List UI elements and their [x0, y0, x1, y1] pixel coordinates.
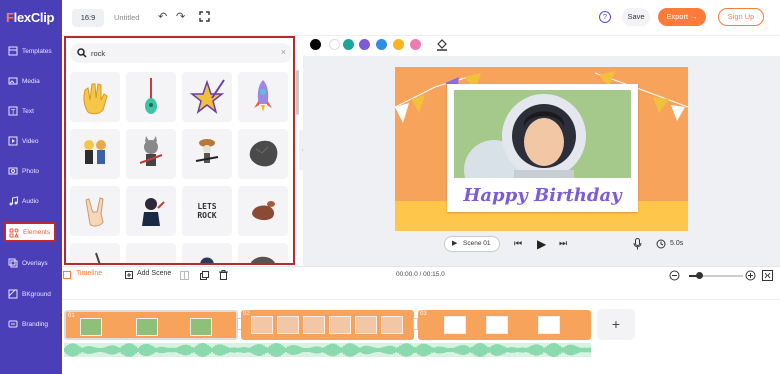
aspect-ratio-button[interactable]: 16:9	[72, 9, 104, 27]
scene-selector[interactable]: ▶ Scene 01	[444, 236, 500, 252]
timeline-zoom	[669, 270, 759, 282]
sidebar-item-templates[interactable]: Templates	[0, 36, 62, 66]
audio-track[interactable]	[64, 343, 591, 357]
clip-thumbnail	[303, 316, 325, 334]
trash-icon[interactable]	[219, 270, 228, 280]
color-swatch-purple[interactable]	[359, 39, 370, 50]
clip-thumbnail	[251, 316, 273, 334]
playhead[interactable]	[60, 284, 62, 374]
save-button[interactable]: Save	[622, 8, 650, 26]
waveform-path	[64, 343, 591, 357]
add-scene-plus-button[interactable]: +	[597, 309, 635, 340]
video-icon	[8, 136, 18, 146]
skip-back-icon[interactable]: ⏮	[514, 238, 522, 249]
add-scene-icon	[125, 271, 133, 279]
sidebar-item-text[interactable]: T Text	[0, 96, 62, 126]
color-toolbar	[303, 36, 780, 56]
astronaut-kid-image	[454, 90, 631, 178]
music-note-icon	[9, 196, 18, 206]
fullscreen-icon[interactable]	[199, 11, 210, 22]
player-controls: ▶ Scene 01 ⏮ ▶ ⏭ 5.0s	[430, 234, 684, 254]
sidebar-item-media[interactable]: Media	[0, 66, 62, 96]
audio-waveform	[64, 343, 591, 357]
scene-clip-02[interactable]: 02	[241, 310, 414, 340]
elements-panel-highlight	[64, 36, 295, 265]
zoom-slider-handle[interactable]	[696, 272, 704, 279]
play-small-icon: ▶	[452, 240, 458, 247]
add-scene-button[interactable]: Add Scene	[137, 270, 171, 277]
help-icon[interactable]: ?	[599, 11, 611, 23]
text-icon: T	[8, 106, 18, 116]
zoom-out-icon[interactable]	[669, 270, 680, 281]
svg-text:T: T	[11, 109, 16, 116]
clip-thumbnail	[538, 316, 560, 334]
sidebar-item-bkground[interactable]: BKground	[0, 279, 62, 309]
panel-scrollbar[interactable]	[296, 70, 299, 115]
sidebar-item-audio[interactable]: Audio	[0, 186, 62, 216]
photo-frame: Happy Birthday	[447, 84, 638, 212]
sign-up-button[interactable]: Sign Up	[718, 8, 764, 26]
clip-thumbnail	[277, 316, 299, 334]
clip-thumbnail	[329, 316, 351, 334]
microphone-icon[interactable]	[633, 238, 642, 250]
astronaut-photo	[454, 90, 631, 178]
branding-icon	[8, 320, 18, 328]
scene-clip-03[interactable]: 03	[418, 310, 591, 340]
photo-icon	[8, 167, 18, 175]
templates-icon	[8, 46, 18, 56]
color-swatch-blue[interactable]	[376, 39, 387, 50]
video-preview[interactable]: Happy Birthday	[395, 67, 688, 231]
clock-icon	[656, 239, 666, 249]
export-button[interactable]: Export →	[658, 8, 706, 26]
sidebar-item-elements[interactable]: Elements	[4, 222, 56, 242]
sidebar-item-photo[interactable]: Photo	[0, 156, 62, 186]
timeline-time: 00:00.0 / 00:15.0	[396, 271, 445, 278]
happy-birthday-text[interactable]: Happy Birthday	[447, 185, 638, 206]
color-swatch-yellow[interactable]	[393, 39, 404, 50]
undo-icon[interactable]: ↶	[158, 10, 167, 23]
clip-thumbnail	[381, 316, 403, 334]
top-bar: 16:9 Untitled ↶ ↷ ? Save Export → Sign U…	[62, 0, 780, 36]
background-icon	[8, 289, 18, 299]
clip-thumbnail	[80, 318, 102, 336]
flexclip-logo[interactable]: FlexClip	[6, 10, 54, 25]
scene-clip-01[interactable]: 01	[64, 310, 238, 340]
elements-icon	[9, 228, 19, 238]
clip-thumbnail	[190, 318, 212, 336]
project-title[interactable]: Untitled	[114, 13, 139, 22]
overlays-icon	[8, 258, 18, 268]
timeline-ruler[interactable]	[62, 284, 780, 300]
sidebar-item-branding[interactable]: Branding	[0, 309, 62, 339]
sidebar-item-overlays[interactable]: Overlays	[0, 248, 62, 278]
clip-thumbnail	[444, 316, 466, 334]
sidebar-item-video[interactable]: Video	[0, 126, 62, 156]
clip-thumbnail	[355, 316, 377, 334]
tab-timeline[interactable]: Timeline	[76, 270, 102, 277]
color-swatch-pink[interactable]	[410, 39, 421, 50]
split-icon[interactable]	[180, 271, 189, 280]
timeline-header: Timeline Add Scene 00:00.0 / 00:15.0	[62, 266, 780, 284]
redo-icon[interactable]: ↷	[176, 10, 185, 23]
play-icon[interactable]: ▶	[537, 237, 546, 251]
timeline-tab-icon	[63, 271, 71, 279]
duplicate-icon[interactable]	[200, 271, 209, 280]
zoom-in-icon[interactable]	[745, 270, 756, 281]
color-swatch-black[interactable]	[310, 39, 321, 50]
scene-duration[interactable]: 5.0s	[670, 240, 683, 247]
fit-timeline-icon[interactable]	[762, 270, 773, 281]
clip-thumbnail	[486, 316, 508, 334]
color-swatch-teal[interactable]	[343, 39, 354, 50]
paint-bucket-icon[interactable]	[436, 38, 448, 51]
media-icon	[8, 77, 18, 85]
clip-thumbnail	[136, 318, 158, 336]
sidebar: FlexClip Templates Media T Text Video Ph…	[0, 0, 62, 374]
color-swatch-white[interactable]	[329, 39, 340, 50]
skip-forward-icon[interactable]: ⏭	[559, 238, 567, 249]
